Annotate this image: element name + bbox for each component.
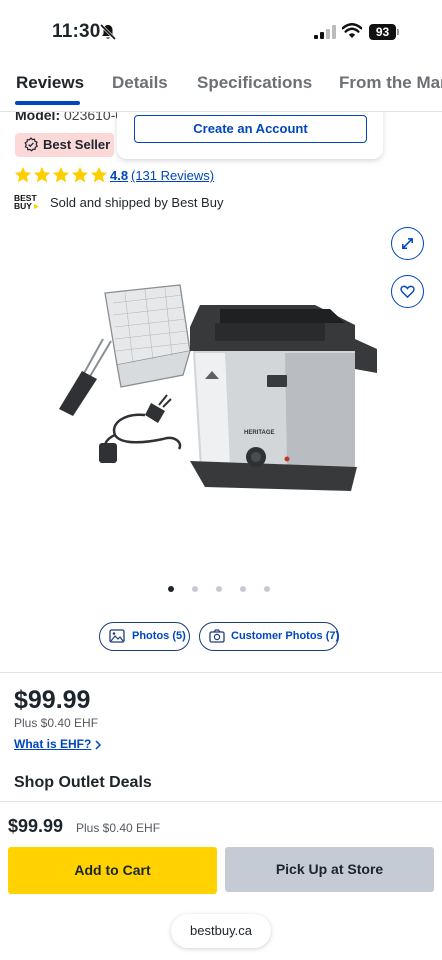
tab-details[interactable]: Details <box>112 73 168 93</box>
brand-label: HERITAGE <box>244 430 275 436</box>
section-tabs: Reviews Details Specifications From the … <box>0 62 442 112</box>
battery-indicator: 93 <box>369 24 400 40</box>
star-icon <box>90 166 108 183</box>
sticky-price: $99.99 <box>8 816 64 836</box>
best-seller-badge: Best Seller <box>15 133 114 157</box>
tab-specifications[interactable]: Specifications <box>197 73 312 93</box>
status-bar: 11:30 93 <box>0 0 442 62</box>
bell-muted-icon <box>99 23 117 41</box>
review-count-link[interactable]: (131 Reviews) <box>131 168 214 183</box>
heart-icon <box>400 285 415 299</box>
save-favorite-button[interactable] <box>391 275 424 308</box>
tab-reviews[interactable]: Reviews <box>16 73 84 93</box>
photos-label: Photos (5) <box>132 630 186 642</box>
account-popup: Create an Account <box>117 104 383 159</box>
carousel-dot[interactable] <box>192 586 198 592</box>
star-icon <box>33 166 51 183</box>
tab-from-the-manufacturer[interactable]: From the Man <box>339 73 442 93</box>
product-price: $99.99 <box>14 686 91 714</box>
carousel-dot[interactable] <box>264 586 270 592</box>
wifi-icon <box>342 23 362 38</box>
status-time: 11:30 <box>52 21 101 42</box>
section-divider <box>0 672 442 673</box>
outlet-deals-heading[interactable]: Shop Outlet Deals <box>14 774 152 792</box>
pick-up-at-store-button[interactable]: Pick Up at Store <box>225 847 434 892</box>
battery-tip <box>397 29 399 35</box>
product-image[interactable]: HERITAGE <box>55 283 385 498</box>
cellular-signal-icon <box>314 25 336 39</box>
what-is-ehf-link[interactable]: What is EHF? <box>14 737 91 751</box>
carousel-dot[interactable] <box>216 586 222 592</box>
active-tab-indicator <box>15 101 80 105</box>
expand-image-button[interactable] <box>391 227 424 260</box>
ehf-fee: Plus $0.40 EHF <box>14 716 99 730</box>
badge-gear-icon <box>24 137 38 152</box>
add-to-cart-button[interactable]: Add to Cart <box>8 847 217 894</box>
sticky-ehf: Plus $0.40 EHF <box>76 821 161 835</box>
fryer-body: HERITAGE <box>190 305 377 491</box>
battery-level: 93 <box>369 24 396 40</box>
image-icon <box>109 629 125 643</box>
expand-icon <box>402 238 413 249</box>
carousel-dot[interactable] <box>240 586 246 592</box>
sticky-purchase-bar: $99.99 Plus $0.40 EHF Add to Cart Pick U… <box>0 801 442 960</box>
svg-text:BUY: BUY <box>14 201 32 211</box>
photos-button[interactable]: Photos (5) <box>99 622 190 651</box>
star-icon <box>14 166 32 183</box>
fryer-basket <box>59 284 191 416</box>
browser-url-chip[interactable]: bestbuy.ca <box>171 914 271 948</box>
customer-photos-button[interactable]: Customer Photos (7) <box>199 622 339 651</box>
star-icon <box>52 166 70 183</box>
create-account-button[interactable]: Create an Account <box>134 115 367 143</box>
seller-text: Sold and shipped by Best Buy <box>50 195 224 210</box>
camera-icon <box>209 629 225 643</box>
carousel-dot[interactable] <box>168 586 174 592</box>
best-buy-logo: BEST BUY <box>14 193 39 211</box>
customer-photos-label: Customer Photos (7) <box>231 630 340 642</box>
star-icon <box>71 166 89 183</box>
chevron-right-icon <box>95 740 102 750</box>
power-cord <box>99 394 182 463</box>
rating-value[interactable]: 4.8 <box>110 168 128 183</box>
best-seller-label: Best Seller <box>43 137 111 152</box>
